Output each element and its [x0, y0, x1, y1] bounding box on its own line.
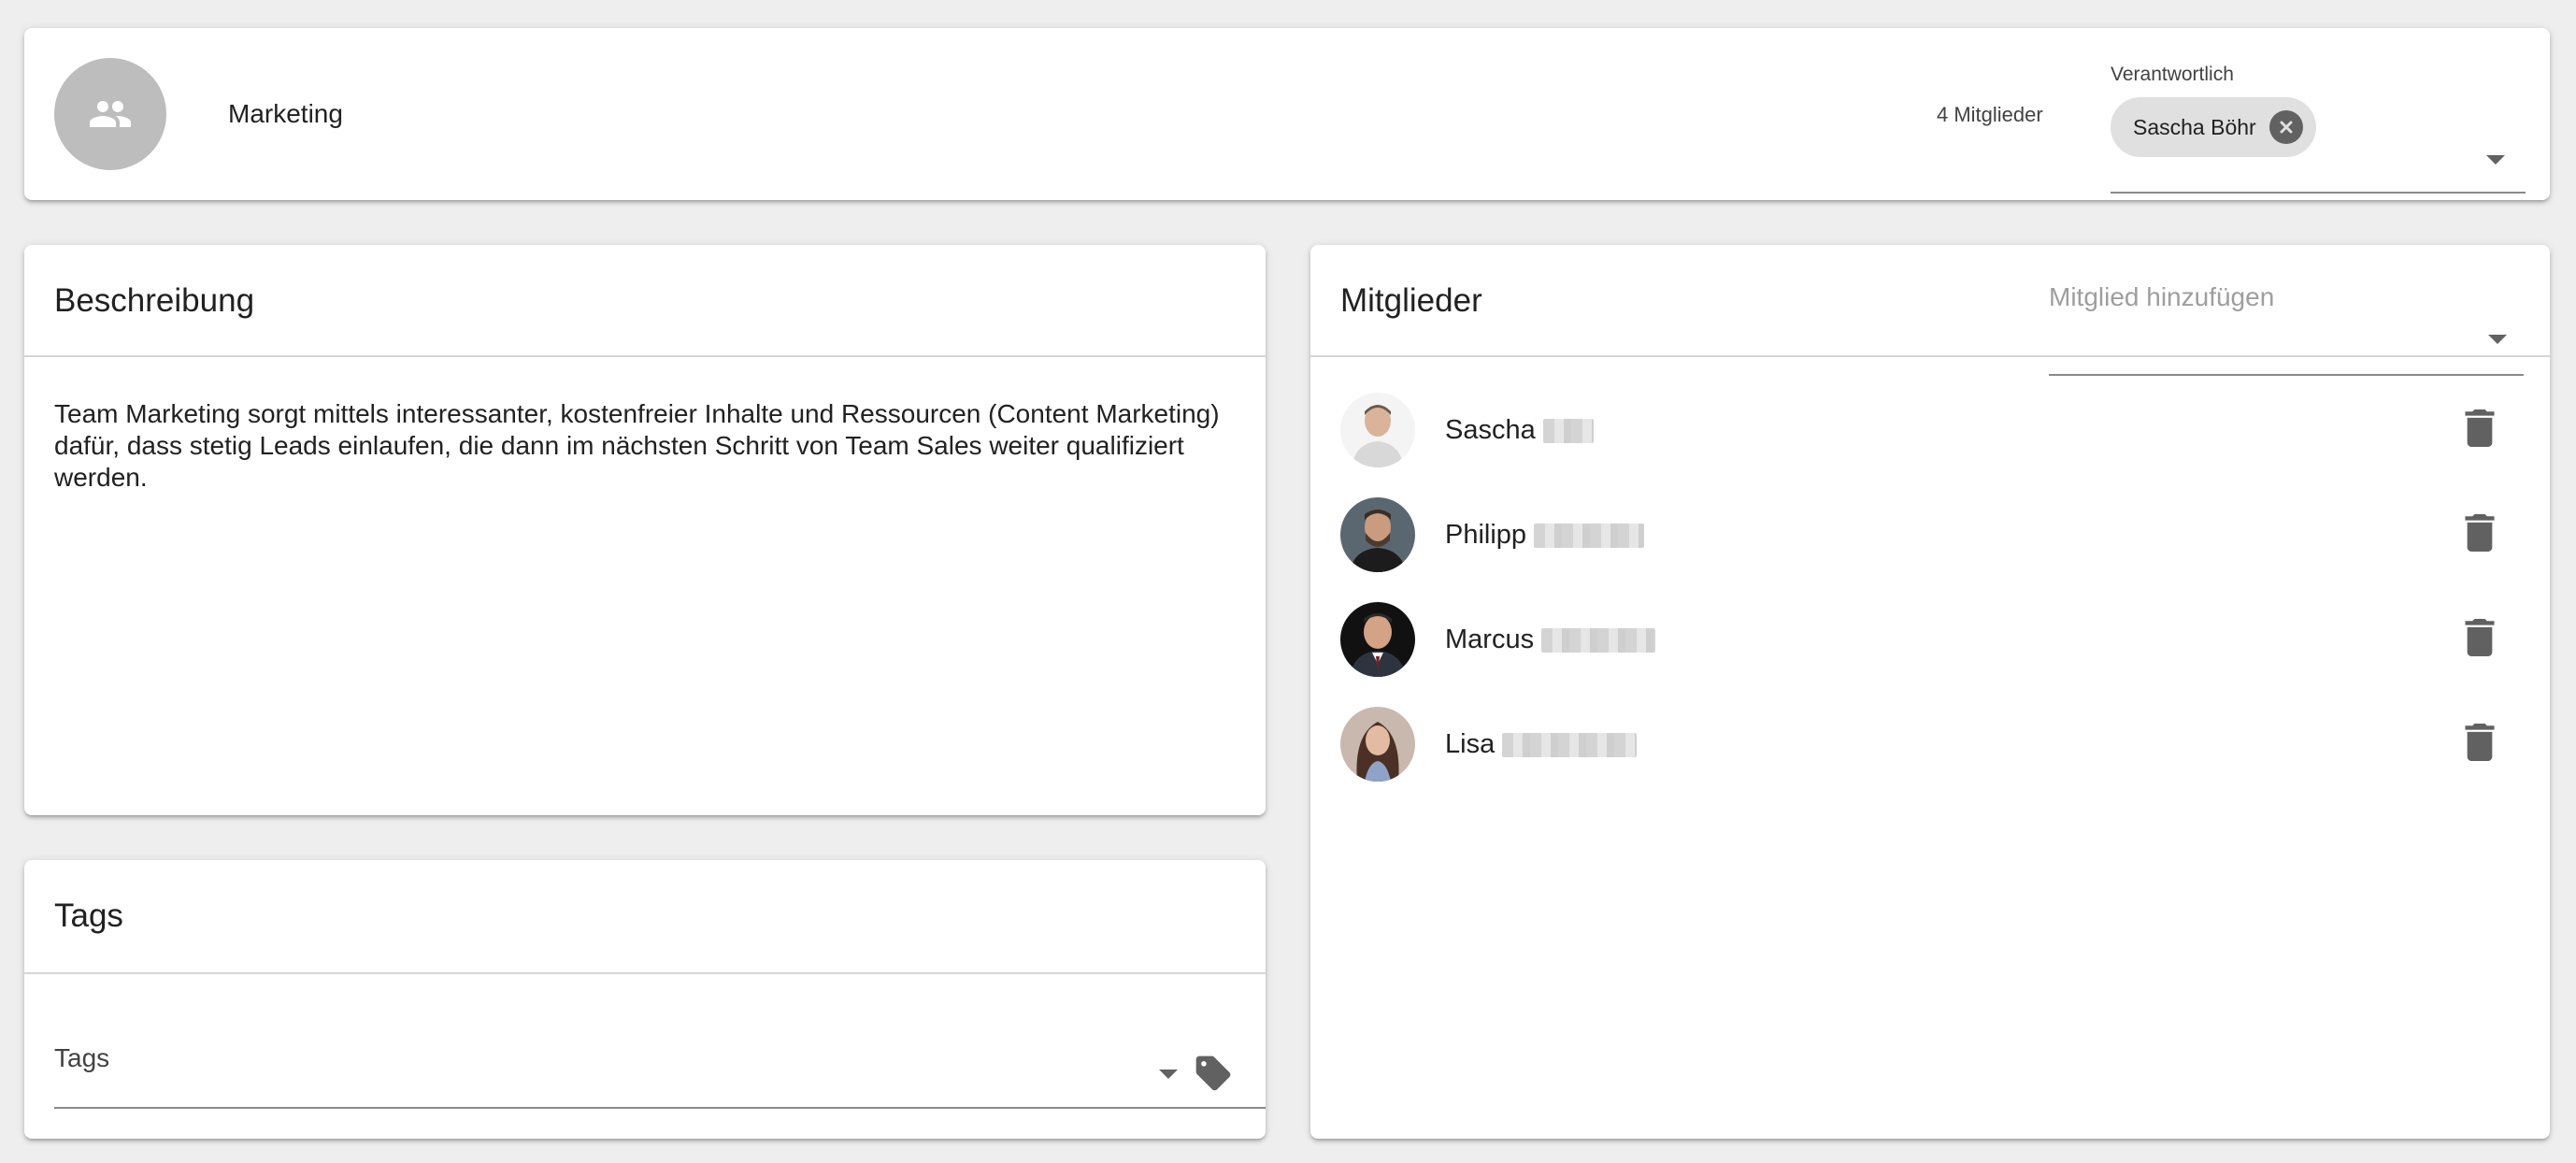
team-avatar [54, 58, 166, 170]
member-first-name: Sascha [1445, 415, 1536, 445]
description-divider [24, 355, 1266, 357]
member-name: Sascha [1445, 415, 1594, 446]
tags-title: Tags [54, 897, 123, 934]
trash-icon[interactable] [2464, 724, 2496, 761]
avatar [1340, 707, 1415, 782]
chevron-down-icon[interactable] [2486, 155, 2505, 165]
member-name: Lisa [1445, 729, 1638, 760]
chevron-down-icon[interactable] [2488, 335, 2507, 344]
member-row[interactable]: Lisa [1310, 692, 2550, 797]
tags-card: Tags Tags [24, 860, 1266, 1139]
trash-icon[interactable] [2464, 409, 2496, 447]
description-text[interactable]: Team Marketing sorgt mittels interessant… [54, 398, 1241, 494]
group-icon [90, 101, 131, 127]
member-name: Marcus [1445, 625, 1656, 655]
responsible-label: Verantwortlich [2111, 64, 2234, 85]
redacted-last-name [1534, 524, 1645, 549]
redacted-last-name [1542, 419, 1594, 444]
member-name: Philipp [1445, 520, 1645, 551]
member-first-name: Philipp [1445, 520, 1527, 550]
trash-icon[interactable] [2464, 514, 2496, 552]
avatar [1340, 497, 1415, 572]
team-name[interactable]: Marketing [228, 99, 343, 129]
avatar [1340, 393, 1415, 467]
tag-icon[interactable] [1193, 1053, 1234, 1094]
tags-underline [54, 1107, 1266, 1109]
member-first-name: Marcus [1445, 625, 1535, 654]
members-title: Mitglieder [1340, 282, 1482, 319]
members-divider [1310, 355, 2550, 357]
member-first-name: Lisa [1445, 729, 1496, 759]
avatar [1340, 602, 1415, 677]
responsible-select[interactable]: Verantwortlich Sascha Böhr [2111, 64, 2526, 194]
description-card: Beschreibung Team Marketing sorgt mittel… [24, 245, 1266, 815]
chip-remove-icon[interactable] [2269, 110, 2303, 144]
redacted-last-name [1541, 628, 1656, 653]
member-row[interactable]: Philipp [1310, 482, 2550, 587]
description-title: Beschreibung [54, 282, 255, 319]
responsible-chip-label: Sascha Böhr [2133, 114, 2256, 139]
responsible-underline [2111, 192, 2526, 194]
add-member-select[interactable]: Mitglied hinzufügen [2049, 282, 2524, 376]
member-row[interactable]: Marcus [1310, 587, 2550, 692]
members-card: Mitglieder Mitglied hinzufügen Sascha Ph… [1310, 245, 2550, 1139]
tags-divider [24, 972, 1266, 974]
add-member-underline [2049, 374, 2524, 376]
tags-field-label[interactable]: Tags [54, 1043, 109, 1073]
responsible-chip[interactable]: Sascha Böhr [2111, 97, 2316, 157]
add-member-placeholder: Mitglied hinzufügen [2049, 282, 2275, 311]
member-count: 4 Mitglieder [1937, 103, 2043, 126]
member-row[interactable]: Sascha [1310, 378, 2550, 482]
trash-icon[interactable] [2464, 619, 2496, 656]
redacted-last-name [1502, 733, 1638, 758]
chevron-down-icon[interactable] [1159, 1070, 1178, 1079]
team-header-card: Marketing 4 Mitglieder Verantwortlich Sa… [24, 28, 2550, 200]
